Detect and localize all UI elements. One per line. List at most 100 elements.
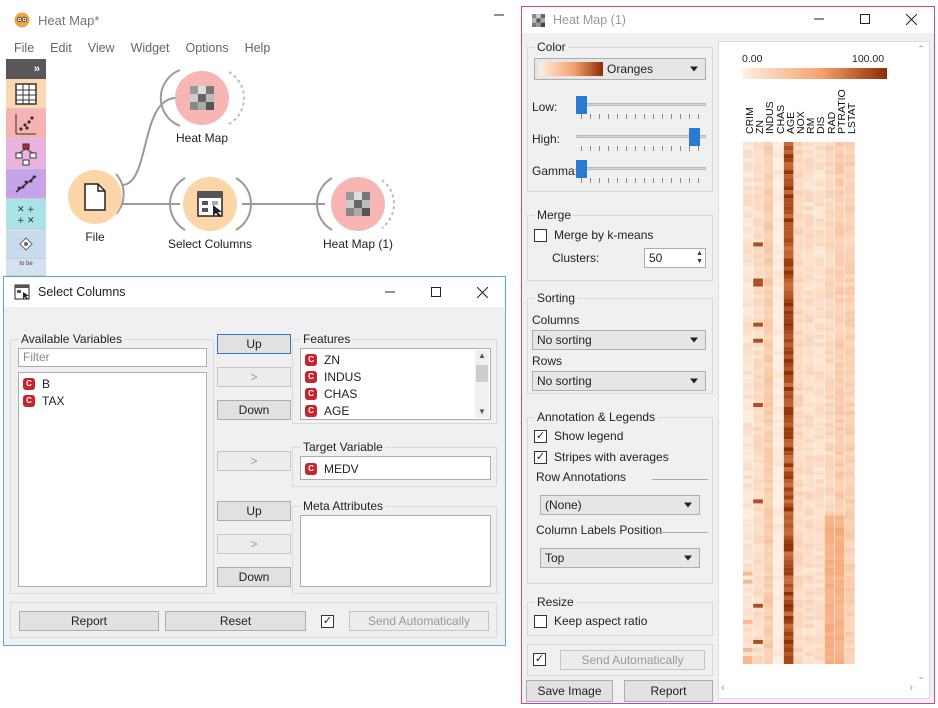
continuous-badge-icon: C [305,404,317,417]
heatmap-cell [814,342,825,347]
heat-map-maximize-button[interactable] [842,7,888,31]
scroll-down-icon[interactable]: ▼ [475,406,489,418]
target-variable-list[interactable]: C MEDV [300,456,491,480]
scroll-down-icon[interactable]: ⌄ [915,671,927,682]
heatmap-cell [824,242,835,247]
heatmap-view[interactable]: 0.00 100.00 CRIM ZN INDUS CHAS AGE NOX RM DIS RA… [718,41,930,699]
heatmap-cell [794,499,804,504]
move-to-target-button[interactable]: > [217,451,291,471]
scroll-up-icon[interactable]: ▲ [475,350,489,362]
move-to-features-button[interactable]: > [217,367,291,387]
heatmap-cell [804,206,814,211]
heatmap-cell [763,366,774,371]
meta-attributes-list[interactable] [300,515,491,587]
clusters-spinbox[interactable]: 50 ▲ ▼ [644,248,706,268]
heatmap-cell [834,142,845,147]
heatmap-cell [794,475,804,480]
save-image-button[interactable]: Save Image [526,680,613,702]
scroll-up-icon[interactable]: ⌃ [915,44,927,55]
heatmap-cell [743,607,753,612]
heatmap-cell [743,551,753,556]
heatmap-cell [814,611,825,616]
heatmap-cell [763,214,774,219]
keep-aspect-checkbox[interactable] [534,615,547,628]
heatmap-cell [753,495,763,500]
heatmap-cell [814,206,825,211]
send-automatically-button[interactable]: Send Automatically [349,611,489,631]
scroll-thumb[interactable] [476,365,488,382]
heatmap-cell [794,246,804,251]
palette-combo[interactable]: Oranges [534,58,706,80]
heatmap-cell [845,150,855,155]
low-slider-track[interactable] [576,103,706,106]
heatmap-cell [824,374,835,380]
node-heat-map-1-circle[interactable] [331,177,385,231]
node-select-columns-circle[interactable] [183,177,237,231]
list-item[interactable]: C TAX [19,392,206,409]
list-item[interactable]: CB [19,375,206,392]
select-columns-maximize-button[interactable] [413,277,459,307]
node-heat-map-1[interactable]: Heat Map (1) [314,177,402,251]
filter-input[interactable]: Filter [18,348,207,367]
heatmap-cell [814,655,825,661]
list-item[interactable]: C CHAS [301,385,490,402]
heatmap-horizontal-scrollbar[interactable]: ‹ › [721,682,913,696]
high-slider-track[interactable] [576,135,706,138]
heatmap-cell [804,423,814,428]
features-scrollbar[interactable]: ▲ ▼ [475,350,489,418]
select-columns-close-button[interactable] [459,277,505,307]
features-list[interactable]: C ZN C INDUS C CHAS C AGE ▲ ▼ [300,348,491,420]
move-to-meta-button[interactable]: > [217,534,291,554]
features-down-button[interactable]: Down [217,400,291,420]
scroll-left-icon[interactable]: ‹ [721,682,725,694]
features-up-button[interactable]: Up [217,334,291,354]
heatmap-report-button[interactable]: Report [624,680,713,702]
heatmap-cell [743,206,753,211]
heatmap-cell [845,407,855,412]
gamma-slider-track[interactable] [576,167,706,170]
heatmap-cell [763,555,774,560]
heatmap-grid[interactable] [743,142,887,664]
low-slider-handle[interactable] [576,96,587,114]
heatmap-cell [794,611,804,616]
node-select-columns[interactable]: Select Columns [160,177,260,251]
reset-button[interactable]: Reset [165,611,306,631]
show-legend-checkbox[interactable]: ✓ [534,430,547,443]
list-item[interactable]: C INDUS [301,368,490,385]
heatmap-cell [794,226,804,231]
sort-columns-combo[interactable]: No sorting [532,330,706,350]
node-file[interactable]: File [62,170,128,244]
report-button[interactable]: Report [19,611,159,631]
select-columns-minimize-button[interactable] [367,277,413,307]
merge-kmeans-checkbox[interactable] [534,229,547,242]
list-item[interactable]: C MEDV [301,460,490,477]
heat-map-close-button[interactable] [888,7,934,31]
node-heat-map[interactable]: Heat Map [158,71,246,145]
list-item[interactable]: C ZN [301,351,490,368]
sort-rows-combo[interactable]: No sorting [532,371,706,391]
gamma-slider-handle[interactable] [576,160,587,178]
row-annotations-combo[interactable]: (None) [540,495,700,515]
heat-map-minimize-button[interactable] [796,7,842,31]
heatmap-cell [804,274,814,279]
send-automatically-checkbox[interactable]: ✓ [321,615,334,628]
high-slider-handle[interactable] [689,128,701,146]
meta-up-button[interactable]: Up [217,501,291,521]
meta-down-button[interactable]: Down [217,567,291,587]
heatmap-vertical-scrollbar[interactable]: ⌃ ⌄ [915,44,927,682]
heatmap-cell [845,386,855,392]
node-file-circle[interactable] [68,170,122,224]
heatmap-cell [814,431,825,436]
heatmap-send-automatically-button[interactable]: Send Automatically [560,650,705,670]
available-variables-list[interactable]: CB C TAX [18,372,207,587]
list-item[interactable]: C AGE [301,402,490,419]
heatmap-cell [804,202,814,207]
stripes-averages-checkbox[interactable]: ✓ [534,451,547,464]
heatmap-send-automatically-checkbox[interactable]: ✓ [533,653,546,666]
scroll-right-icon[interactable]: › [909,682,913,694]
low-slider-ticks [581,114,703,119]
spin-arrows-icon[interactable]: ▲ ▼ [696,250,703,266]
heatmap-cell [743,274,753,279]
column-labels-position-combo[interactable]: Top [540,548,700,568]
node-heat-map-circle[interactable] [175,71,229,125]
